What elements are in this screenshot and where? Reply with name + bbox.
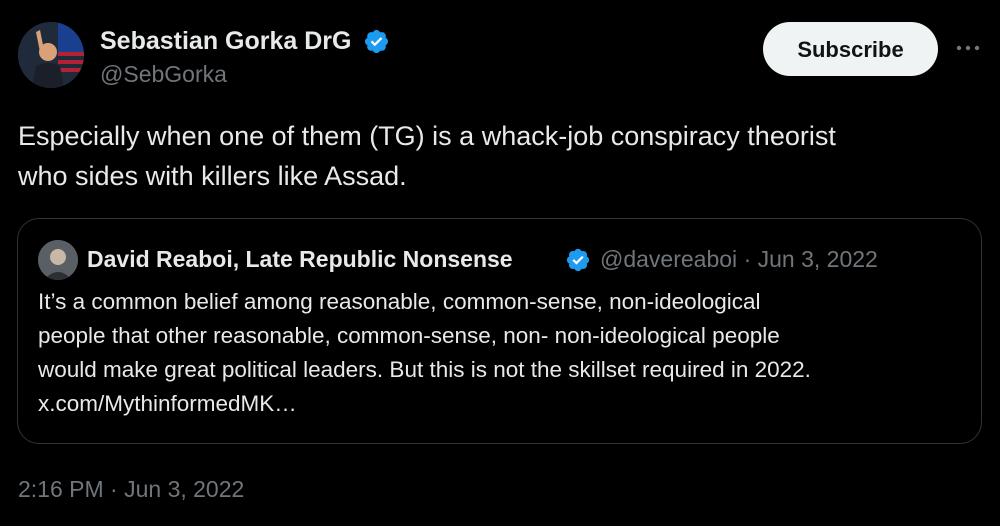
verified-badge-icon bbox=[364, 29, 389, 54]
quote-link[interactable]: x.com/MythinformedMK… bbox=[38, 387, 968, 421]
quote-text-line: people that other reasonable, common-sen… bbox=[38, 323, 780, 348]
author-avatar[interactable] bbox=[18, 22, 84, 88]
subscribe-button[interactable]: Subscribe bbox=[763, 22, 938, 76]
tweet-timestamp[interactable]: 2:16 PM · Jun 3, 2022 bbox=[18, 475, 244, 503]
quoted-tweet-card[interactable]: David Reaboi, Late Republic Nonsense @da… bbox=[17, 218, 982, 444]
author-avatar-image bbox=[18, 22, 84, 88]
quote-author-avatar-image bbox=[38, 240, 78, 280]
quote-separator: · bbox=[743, 246, 752, 272]
quote-author-name[interactable]: David Reaboi, Late Republic Nonsense bbox=[87, 245, 513, 273]
quote-date[interactable]: Jun 3, 2022 bbox=[758, 246, 878, 272]
author-handle[interactable]: @SebGorka bbox=[100, 60, 227, 88]
verified-badge-icon bbox=[566, 248, 590, 272]
quote-meta: @davereaboi · Jun 3, 2022 bbox=[600, 245, 878, 273]
more-horizontal-icon[interactable] bbox=[952, 36, 984, 60]
tweet-text-line: Especially when one of them (TG) is a wh… bbox=[18, 121, 836, 151]
quote-text-line: It’s a common belief among reasonable, c… bbox=[38, 289, 761, 314]
quote-text-line: would make great political leaders. But … bbox=[38, 357, 811, 382]
quote-author-handle[interactable]: @davereaboi bbox=[600, 246, 737, 272]
tweet-text-line: who sides with killers like Assad. bbox=[18, 161, 407, 191]
quote-text: It’s a common belief among reasonable, c… bbox=[38, 285, 968, 421]
tweet-text: Especially when one of them (TG) is a wh… bbox=[18, 116, 978, 196]
author-name[interactable]: Sebastian Gorka DrG bbox=[100, 26, 351, 56]
quote-author-avatar[interactable] bbox=[38, 240, 78, 280]
